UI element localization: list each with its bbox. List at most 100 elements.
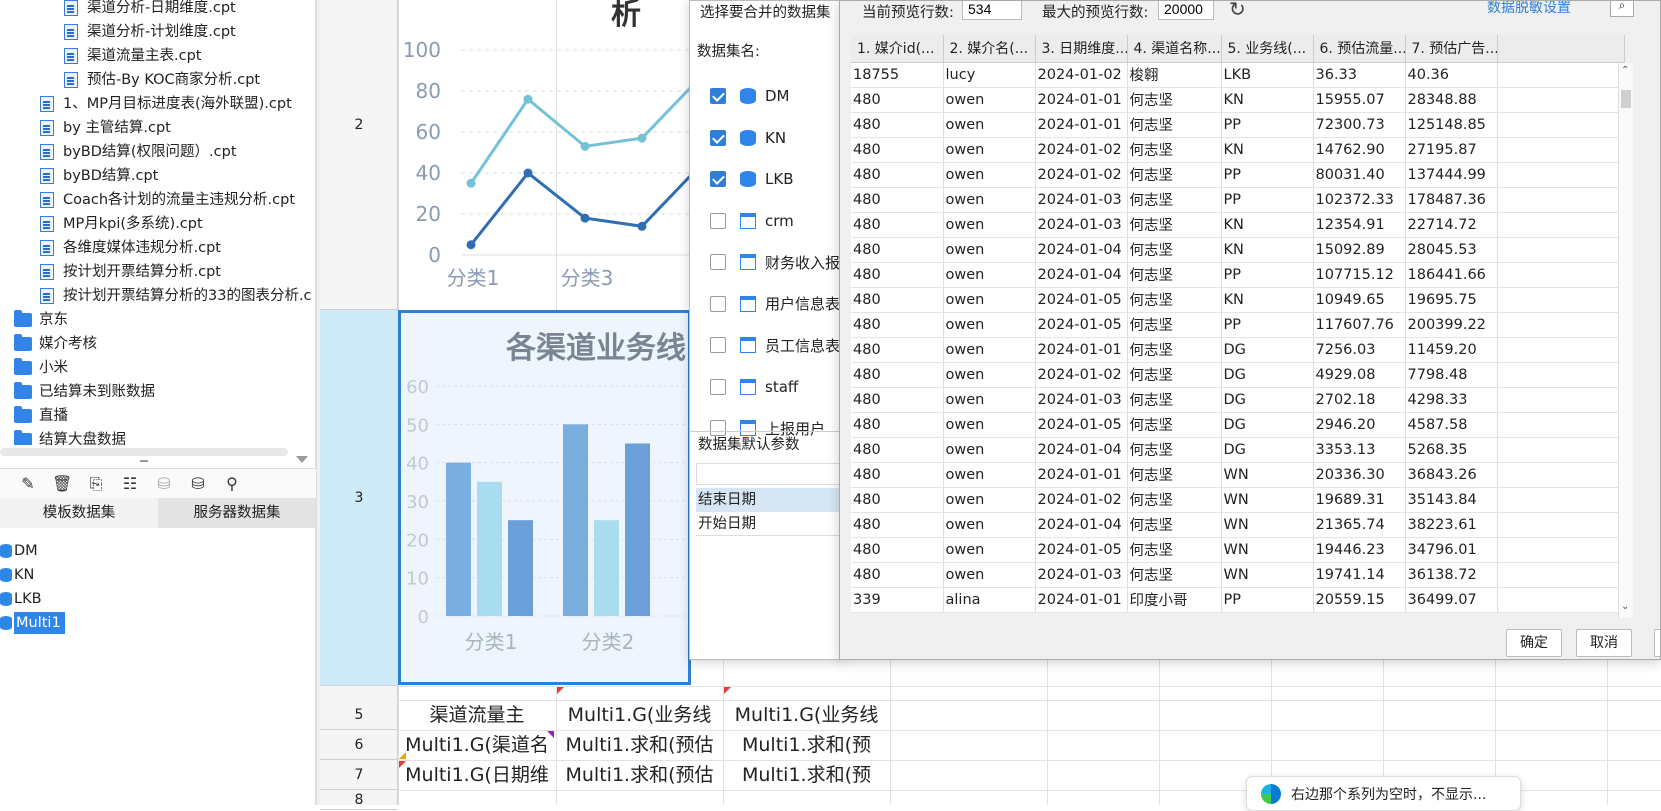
dataset-item[interactable]: LKB bbox=[0, 588, 42, 610]
search-icon[interactable]: ⚲ bbox=[222, 474, 242, 494]
dataset-checkbox[interactable] bbox=[710, 254, 726, 270]
tree-folder-item[interactable]: 结算大盘数据 bbox=[14, 428, 126, 445]
refresh-icon[interactable]: ↻ bbox=[1229, 1, 1246, 21]
merge-dataset-row[interactable]: DM bbox=[710, 84, 790, 108]
table-row[interactable]: 480 owen 2024-01-04 何志坚 DG 3353.13 5268.35 bbox=[851, 437, 1625, 463]
table-row[interactable]: 480 owen 2024-01-01 何志坚 WN 20336.30 36843.26 bbox=[851, 462, 1625, 488]
cell-r7c1[interactable]: Multi1.G(日期维 bbox=[399, 760, 555, 790]
dataset-checkbox[interactable] bbox=[710, 378, 726, 395]
preview-icon[interactable]: ⎘ bbox=[86, 474, 106, 494]
server-dataset-icon[interactable]: ☷ bbox=[120, 474, 140, 494]
tree-file-item[interactable]: 渠道分析-计划维度.cpt bbox=[64, 20, 236, 44]
column-header[interactable]: 2. 媒介名(... bbox=[943, 35, 1036, 63]
row-header-6[interactable]: 6 bbox=[320, 730, 398, 760]
merge-dataset-row[interactable]: LKB bbox=[710, 167, 793, 191]
dataset-checkbox[interactable] bbox=[710, 129, 726, 146]
tree-file-item[interactable]: 预估-By KOC商家分析.cpt bbox=[64, 68, 260, 92]
params-blank-row[interactable] bbox=[696, 463, 844, 485]
table-row[interactable]: 480 owen 2024-01-01 何志坚 PP 72300.73 125148.85 bbox=[851, 112, 1625, 138]
dataset-checkbox[interactable] bbox=[710, 88, 726, 104]
table-row[interactable]: 480 owen 2024-01-02 何志坚 WN 19689.31 35143.84 bbox=[851, 487, 1625, 513]
tree-file-item[interactable]: Coach各计划的流量主违规分析.cpt bbox=[40, 188, 295, 212]
scroll-down-icon[interactable]: ⌄ bbox=[1621, 601, 1629, 612]
tree-folder-item[interactable]: 京东 bbox=[14, 308, 68, 332]
row-header-7[interactable]: 7 bbox=[320, 760, 398, 790]
edit-icon[interactable]: ✎ bbox=[18, 474, 38, 494]
tab-template-dataset[interactable]: 模板数据集 bbox=[0, 498, 158, 528]
table-row[interactable]: 480 owen 2024-01-02 何志坚 DG 4929.08 7798.48 bbox=[851, 362, 1625, 388]
tree-file-item[interactable]: byBD结算.cpt bbox=[40, 164, 158, 188]
table-row[interactable]: 480 owen 2024-01-05 何志坚 WN 19446.23 34796.01 bbox=[851, 537, 1625, 563]
table-row[interactable]: 480 owen 2024-01-04 何志坚 KN 15092.89 28045.53 bbox=[851, 237, 1625, 263]
table-row[interactable]: 480 owen 2024-01-02 何志坚 PP 80031.40 137444.99 bbox=[851, 162, 1625, 188]
merge-dataset-row[interactable]: crm bbox=[710, 209, 794, 233]
dataset-checkbox[interactable] bbox=[710, 212, 726, 229]
table-row[interactable]: 480 owen 2024-01-02 何志坚 KN 14762.90 27195.87 bbox=[851, 137, 1625, 163]
param-end-date[interactable]: 结束日期 bbox=[696, 488, 844, 512]
column-header[interactable]: 1. 媒介id(... bbox=[851, 35, 944, 63]
dataset-checkbox[interactable] bbox=[710, 171, 726, 187]
cell-r5c3[interactable]: Multi1.G(业务线 bbox=[724, 700, 889, 730]
row-header-5[interactable]: 5 bbox=[320, 700, 398, 730]
tab-server-dataset[interactable]: 服务器数据集 bbox=[158, 498, 316, 528]
database-delete-icon[interactable]: ⛁ bbox=[188, 474, 208, 494]
delete-icon[interactable]: 🗑 bbox=[52, 474, 72, 494]
cell-r7c2[interactable]: Multi1.求和(预估 bbox=[557, 760, 722, 790]
dataset-item[interactable]: KN bbox=[0, 564, 34, 586]
tree-horizontal-scrollbar[interactable] bbox=[0, 448, 288, 456]
tree-file-item[interactable]: 渠道流量主表.cpt bbox=[64, 44, 201, 68]
merge-dataset-row[interactable]: 用户信息表 bbox=[710, 292, 840, 316]
column-header[interactable]: 6. 预估流量... bbox=[1313, 35, 1406, 63]
cell-r5c1[interactable]: 渠道流量主 bbox=[399, 700, 555, 730]
panel-splitter-handle[interactable] bbox=[140, 460, 148, 462]
dataset-item[interactable]: DM bbox=[0, 540, 38, 562]
table-row[interactable]: 480 owen 2024-01-05 何志坚 PP 117607.76 200399.22 bbox=[851, 312, 1625, 338]
merge-dataset-row[interactable]: KN bbox=[710, 126, 786, 150]
ok-button[interactable]: 确定 bbox=[1506, 629, 1562, 657]
scroll-up-icon[interactable]: ⌃ bbox=[1621, 65, 1629, 76]
tree-folder-item[interactable]: 已结算未到账数据 bbox=[14, 380, 155, 404]
zoom-icon[interactable]: ⌕ bbox=[1610, 1, 1634, 17]
table-row[interactable]: 480 owen 2024-01-01 何志坚 KN 15955.07 28348.88 bbox=[851, 87, 1625, 113]
tree-file-item[interactable]: 按计划开票结算分析.cpt bbox=[40, 260, 221, 284]
cell-r7c3[interactable]: Multi1.求和(预 bbox=[724, 760, 889, 790]
scroll-thumb[interactable] bbox=[1621, 90, 1631, 108]
database-icon[interactable]: ⛁ bbox=[154, 474, 174, 494]
cell-r6c3[interactable]: Multi1.求和(预 bbox=[724, 730, 889, 760]
merge-dataset-row[interactable]: staff bbox=[710, 375, 798, 399]
tree-file-item[interactable]: byBD结算(权限问题）.cpt bbox=[40, 140, 237, 164]
max-rows-input[interactable] bbox=[1158, 1, 1214, 20]
bar-chart[interactable]: 各渠道业务线 60 50 40 30 20 10 0 分类1 分类2 bbox=[398, 310, 691, 685]
table-row[interactable]: 480 owen 2024-01-03 何志坚 PP 102372.33 178487.36 bbox=[851, 187, 1625, 213]
tree-folder-item[interactable]: 媒介考核 bbox=[14, 332, 97, 356]
current-rows-input[interactable] bbox=[962, 1, 1022, 20]
collapse-arrow-icon[interactable] bbox=[296, 456, 308, 463]
line-chart[interactable]: 析 100 80 60 40 20 0 分类1 分类3 bbox=[401, 0, 691, 305]
table-row[interactable]: 480 owen 2024-01-04 何志坚 PP 107715.12 186441.66 bbox=[851, 262, 1625, 288]
table-row[interactable]: 480 owen 2024-01-03 何志坚 WN 19741.14 36138.72 bbox=[851, 562, 1625, 588]
column-header[interactable]: 3. 日期维度... bbox=[1035, 35, 1128, 63]
extra-button[interactable] bbox=[1654, 629, 1660, 657]
dataset-item[interactable]: Multi1 bbox=[0, 612, 65, 634]
table-row[interactable]: 480 owen 2024-01-04 何志坚 WN 21365.74 38223.61 bbox=[851, 512, 1625, 538]
dataset-checkbox[interactable] bbox=[710, 337, 726, 353]
column-header[interactable]: 7. 预估广告... bbox=[1405, 35, 1498, 63]
cell-r6c2[interactable]: Multi1.求和(预估 bbox=[557, 730, 722, 760]
tree-folder-item[interactable]: 小米 bbox=[14, 356, 68, 380]
cancel-button[interactable]: 取消 bbox=[1576, 629, 1632, 657]
tree-file-item[interactable]: MP月kpi(多系统).cpt bbox=[40, 212, 203, 236]
tree-folder-item[interactable]: 直播 bbox=[14, 404, 68, 428]
table-vertical-scrollbar[interactable]: ⌃ ⌄ bbox=[1618, 63, 1633, 618]
cell-r6c1[interactable]: Multi1.G(渠道名 bbox=[399, 730, 555, 760]
table-row[interactable]: 480 owen 2024-01-05 何志坚 DG 2946.20 4587.58 bbox=[851, 412, 1625, 438]
column-header[interactable]: 5. 业务线(... bbox=[1221, 35, 1314, 63]
tree-file-item[interactable]: 1、MP月目标进度表(海外联盟).cpt bbox=[40, 92, 292, 116]
table-row[interactable]: 480 owen 2024-01-03 何志坚 DG 2702.18 4298.33 bbox=[851, 387, 1625, 413]
row-header-8[interactable]: 8 bbox=[320, 790, 398, 810]
column-header[interactable]: 4. 渠道名称... bbox=[1127, 35, 1222, 63]
row-header-3[interactable]: 3 bbox=[320, 310, 398, 686]
table-row[interactable]: 339 alina 2024-01-01 印度小哥 PP 20559.15 36499.07 bbox=[851, 587, 1625, 613]
merge-dataset-row[interactable]: 财务收入报 bbox=[710, 250, 840, 274]
tree-file-item[interactable]: 渠道分析-日期维度.cpt bbox=[64, 0, 236, 20]
row-header-2[interactable]: 2 bbox=[320, 0, 398, 310]
